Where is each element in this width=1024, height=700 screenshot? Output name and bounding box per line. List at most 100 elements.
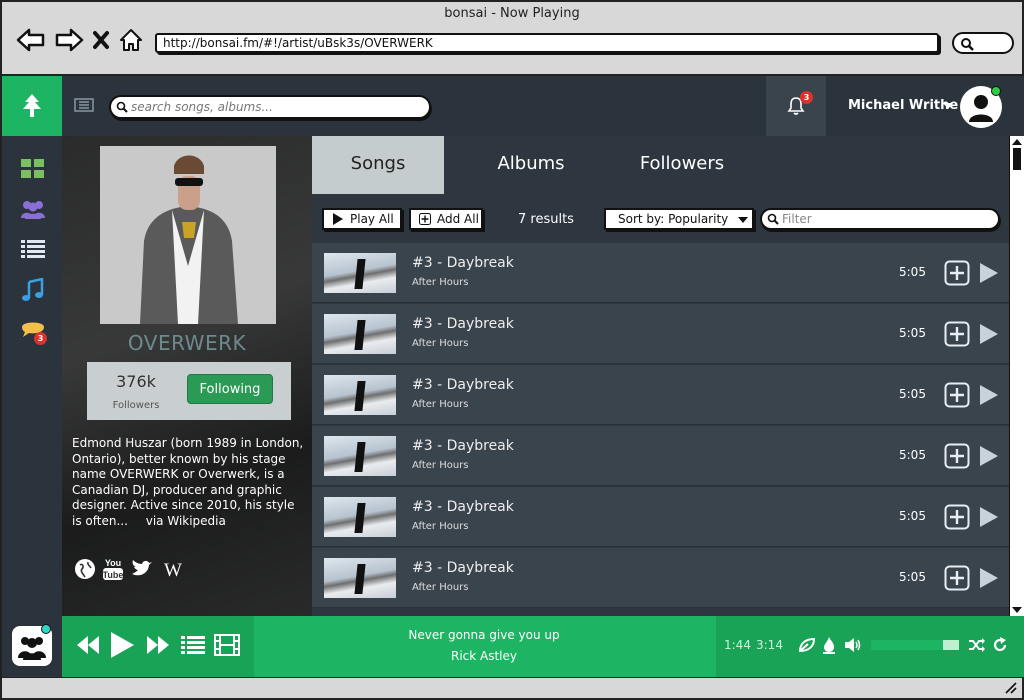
sort-select[interactable]: Sort by: Popularity (604, 208, 754, 230)
list-icon (21, 240, 45, 258)
song-title[interactable]: #3 - Daybreak (412, 499, 514, 515)
tab-songs[interactable]: Songs (312, 136, 444, 194)
song-row[interactable]: #3 - Daybreak After Hours 5:05 (312, 365, 1009, 425)
tab-followers[interactable]: Followers (617, 136, 747, 194)
song-album[interactable]: After Hours (412, 277, 469, 288)
sidebar-item-users[interactable] (20, 198, 46, 224)
forward-arrow-icon[interactable] (54, 27, 84, 53)
album-thumbnail (324, 497, 396, 537)
app-root: search songs, albums... 3 Michael Writhe (2, 74, 1024, 677)
add-to-queue-icon[interactable] (944, 504, 970, 530)
song-album[interactable]: After Hours (412, 399, 469, 410)
song-duration: 5:05 (899, 326, 926, 340)
add-to-queue-icon[interactable] (944, 443, 970, 469)
song-row[interactable]: #3 - Daybreak After Hours 5:05 (312, 243, 1009, 303)
flame-icon[interactable] (822, 636, 836, 654)
now-playing-artist: Rick Astley (450, 649, 518, 663)
add-to-queue-icon[interactable] (944, 382, 970, 408)
song-title[interactable]: #3 - Daybreak (412, 316, 514, 332)
play-song-icon[interactable] (978, 566, 1000, 590)
home-icon[interactable] (118, 27, 144, 53)
play-all-button[interactable]: Play All (322, 208, 402, 230)
search-input[interactable]: search songs, albums... (109, 95, 431, 119)
back-arrow-icon[interactable] (16, 27, 46, 53)
song-album[interactable]: After Hours (412, 460, 469, 471)
play-song-icon[interactable] (978, 505, 1000, 529)
bonsai-logo[interactable] (2, 76, 62, 136)
sidebar-item-list[interactable] (20, 238, 46, 264)
play-song-icon[interactable] (978, 383, 1000, 407)
queue-list-icon[interactable] (180, 634, 206, 656)
twitter-icon[interactable] (130, 559, 154, 579)
add-to-queue-icon[interactable] (944, 565, 970, 591)
song-title[interactable]: #3 - Daybreak (412, 438, 514, 454)
song-title[interactable]: #3 - Daybreak (412, 377, 514, 393)
scroll-down-icon[interactable] (1010, 606, 1024, 614)
play-song-icon[interactable] (978, 444, 1000, 468)
globe-icon[interactable] (74, 558, 96, 580)
play-icon[interactable] (108, 630, 136, 660)
song-row[interactable]: #3 - Daybreak After Hours 5:05 (312, 548, 1009, 608)
online-status-dot (991, 86, 1001, 96)
song-duration: 5:05 (899, 509, 926, 523)
address-bar[interactable]: http://bonsai.fm/#!/artist/uBsk3s/OVERWE… (155, 33, 939, 53)
notification-badge: 3 (800, 91, 813, 104)
add-all-button[interactable]: Add All (409, 208, 483, 230)
scrollbar[interactable] (1009, 136, 1024, 616)
fast-forward-icon[interactable] (146, 634, 170, 656)
shuffle-icon[interactable] (968, 637, 986, 653)
artist-name: OVERWERK (127, 331, 247, 355)
rewind-icon[interactable] (76, 634, 100, 656)
main-content: Songs Albums Followers Play All Add All … (312, 136, 1009, 616)
listeners-status-dot (41, 624, 51, 634)
following-button[interactable]: Following (187, 374, 273, 404)
sidebar-item-dashboard[interactable] (20, 158, 46, 184)
song-duration: 5:05 (899, 448, 926, 462)
stop-icon[interactable] (92, 29, 110, 51)
tab-albums[interactable]: Albums (472, 136, 590, 194)
sidebar-item-messages[interactable]: 3 (20, 318, 47, 345)
repeat-icon[interactable] (992, 637, 1008, 653)
messages-badge: 3 (34, 332, 47, 345)
tree-icon (23, 94, 41, 117)
music-note-icon (22, 277, 44, 301)
sidebar-toggle-icon[interactable] (74, 96, 94, 114)
search-placeholder: search songs, albums... (131, 100, 273, 114)
svg-text:You: You (105, 558, 121, 568)
browser-status-bar (2, 677, 1022, 698)
play-song-icon[interactable] (978, 322, 1000, 346)
add-to-queue-icon[interactable] (944, 321, 970, 347)
youtube-icon[interactable]: You Tube (102, 556, 124, 582)
artist-photo (100, 146, 276, 324)
song-row[interactable]: #3 - Daybreak After Hours 5:05 (312, 426, 1009, 486)
chevron-down-icon[interactable] (943, 103, 953, 110)
notifications-button[interactable]: 3 (766, 76, 826, 136)
scrollbar-thumb[interactable] (1013, 148, 1021, 170)
leaf-icon[interactable] (798, 637, 816, 653)
chevron-down-icon (738, 217, 748, 223)
volume-icon[interactable] (844, 637, 862, 653)
add-to-queue-icon[interactable] (944, 260, 970, 286)
user-name[interactable]: Michael Writhe (848, 98, 958, 113)
album-thumbnail (324, 558, 396, 598)
song-title[interactable]: #3 - Daybreak (412, 255, 514, 271)
song-album[interactable]: After Hours (412, 582, 469, 593)
wikipedia-link[interactable]: via Wikipedia (146, 514, 226, 528)
song-row[interactable]: #3 - Daybreak After Hours 5:05 (312, 487, 1009, 547)
play-song-icon[interactable] (978, 261, 1000, 285)
sidebar-item-music[interactable] (20, 277, 46, 304)
resize-grip-icon[interactable] (1004, 682, 1018, 694)
filter-input[interactable]: Filter (760, 208, 1000, 230)
scroll-up-icon[interactable] (1010, 138, 1024, 146)
svg-text:Tube: Tube (103, 570, 124, 580)
song-album[interactable]: After Hours (412, 521, 469, 532)
song-duration: 5:05 (899, 570, 926, 584)
song-title[interactable]: #3 - Daybreak (412, 560, 514, 576)
wikipedia-icon[interactable]: W (160, 559, 186, 579)
song-album[interactable]: After Hours (412, 338, 469, 349)
film-icon[interactable] (214, 634, 240, 656)
browser-search-field[interactable] (952, 32, 1014, 54)
volume-slider[interactable] (871, 640, 959, 650)
play-icon (333, 213, 343, 225)
song-row[interactable]: #3 - Daybreak After Hours 5:05 (312, 304, 1009, 364)
